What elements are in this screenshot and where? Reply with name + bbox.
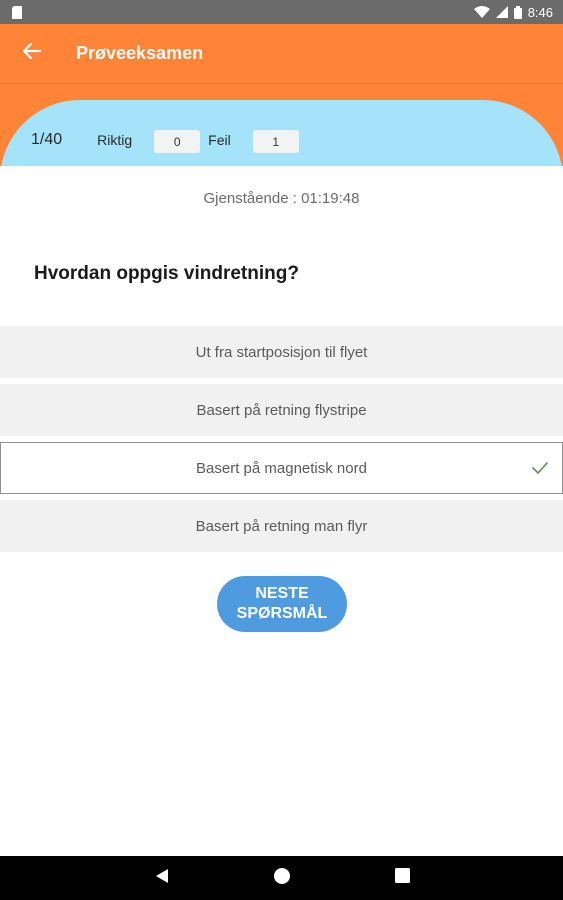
system-nav-bar <box>0 856 563 900</box>
nav-recents-button[interactable] <box>372 856 432 900</box>
wifi-icon <box>473 6 490 18</box>
status-bar: 8:46 <box>0 0 563 24</box>
arrow-back-icon <box>22 42 42 64</box>
status-time: 8:46 <box>527 4 553 20</box>
back-button[interactable] <box>0 24 64 84</box>
page-title: Prøveeksamen <box>76 43 204 63</box>
sd-card-icon <box>12 5 22 19</box>
wrong-label: Feil <box>208 132 231 148</box>
answer-option-1[interactable]: Ut fra startposisjon til flyet <box>0 326 563 378</box>
correct-count-badge: 0 <box>154 130 201 153</box>
correct-label: Riktig <box>97 132 133 148</box>
score-panel: 1/40 Riktig 0 Feil 1 <box>0 100 563 166</box>
answer-option-label: Basert på retning flystripe <box>196 401 367 419</box>
back-triangle-icon <box>155 868 169 889</box>
answer-option-label: Ut fra startposisjon til flyet <box>195 343 368 361</box>
next-question-label-line1: NESTE <box>255 585 309 602</box>
next-question-label-line2: SPØRSMÅL <box>236 605 328 622</box>
question-progress: 1/40 <box>31 131 63 148</box>
status-left <box>12 5 22 19</box>
question-text: Hvordan oppgis vindretning? <box>34 263 299 284</box>
answer-option-label: Basert på magnetisk nord <box>196 459 367 477</box>
home-circle-icon <box>273 867 291 890</box>
signal-icon <box>495 6 508 18</box>
answer-option-2[interactable]: Basert på retning flystripe <box>0 384 563 436</box>
recents-square-icon <box>394 868 410 888</box>
wrong-count-badge: 1 <box>252 130 299 153</box>
nav-home-button[interactable] <box>252 856 312 900</box>
status-right: 8:46 <box>473 4 553 20</box>
answer-option-3[interactable]: Basert på magnetisk nord <box>0 442 563 494</box>
next-question-label: NESTE SPØRSMÅL <box>237 584 328 624</box>
answer-option-4[interactable]: Basert på retning man flyr <box>0 500 563 552</box>
next-question-button[interactable]: NESTE SPØRSMÅL <box>217 576 347 632</box>
screen: 8:46 Prøveeksamen 1/40 Riktig 0 Feil 1 G… <box>0 0 563 900</box>
nav-back-button[interactable] <box>132 856 192 900</box>
checkmark-icon <box>532 462 548 474</box>
score-header: 1/40 Riktig 0 Feil 1 <box>0 84 563 166</box>
battery-icon <box>513 5 522 19</box>
remaining-time: Gjenstående : 01:19:48 <box>203 190 360 207</box>
answer-option-label: Basert på retning man flyr <box>195 517 368 535</box>
app-bar: Prøveeksamen <box>0 24 563 84</box>
